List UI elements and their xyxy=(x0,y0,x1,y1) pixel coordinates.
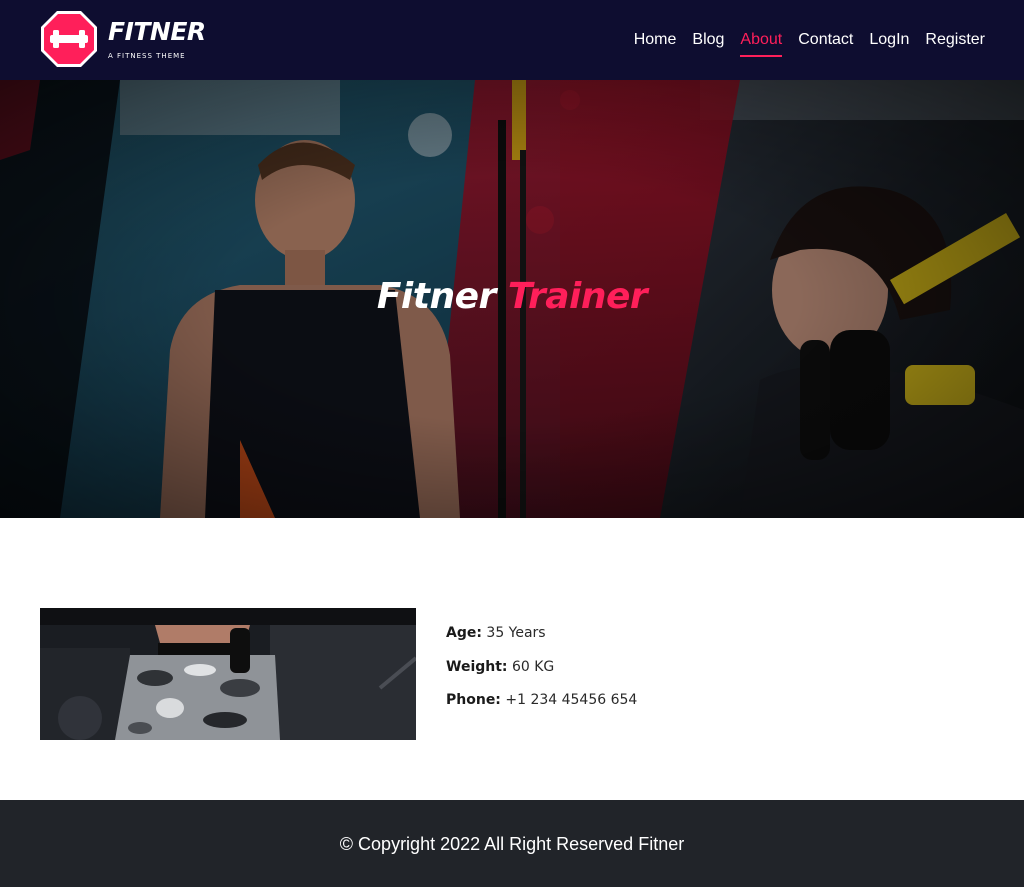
age-label: Age: xyxy=(446,625,482,641)
hero-banner: Fitner Trainer xyxy=(0,80,1024,518)
title-primary: Fitner xyxy=(376,276,496,317)
copyright-text: © Copyright 2022 All Right Reserved Fitn… xyxy=(339,834,685,854)
nav-blog[interactable]: Blog xyxy=(692,29,724,51)
nav-contact[interactable]: Contact xyxy=(798,29,853,51)
phone-value: +1 234 45456 654 xyxy=(505,692,638,708)
weight-label: Weight: xyxy=(446,658,508,675)
site-header: FITNER A FITNESS THEME Home Blog About C… xyxy=(0,0,1024,80)
brand-tagline: A FITNESS THEME xyxy=(108,52,186,60)
nav-login[interactable]: LogIn xyxy=(869,29,909,51)
brand-name: FITNER xyxy=(108,17,206,46)
trainer-image xyxy=(40,608,416,740)
brand-logo[interactable]: FITNER A FITNESS THEME xyxy=(40,10,210,70)
title-accent: Trainer xyxy=(507,276,648,317)
nav-register[interactable]: Register xyxy=(925,29,985,51)
trainer-details: Age: 35 Years Weight: 60 KG Phone: +1 23… xyxy=(446,623,637,724)
age-value: 35 Years xyxy=(486,625,546,641)
trainer-age: Age: 35 Years xyxy=(446,623,637,643)
phone-label: Phone: xyxy=(446,692,501,708)
trainer-weight: Weight: 60 KG xyxy=(446,657,637,677)
dumbbell-icon xyxy=(41,11,97,67)
page-title: Fitner Trainer xyxy=(0,276,1024,317)
nav-home[interactable]: Home xyxy=(634,29,677,51)
trainer-photo xyxy=(40,608,416,740)
site-footer: © Copyright 2022 All Right Reserved Fitn… xyxy=(0,800,1024,887)
trainer-phone: Phone: +1 234 45456 654 xyxy=(446,690,637,710)
main-nav: Home Blog About Contact LogIn Register xyxy=(634,29,985,57)
nav-about[interactable]: About xyxy=(740,29,782,57)
weight-value: 60 KG xyxy=(511,658,555,675)
